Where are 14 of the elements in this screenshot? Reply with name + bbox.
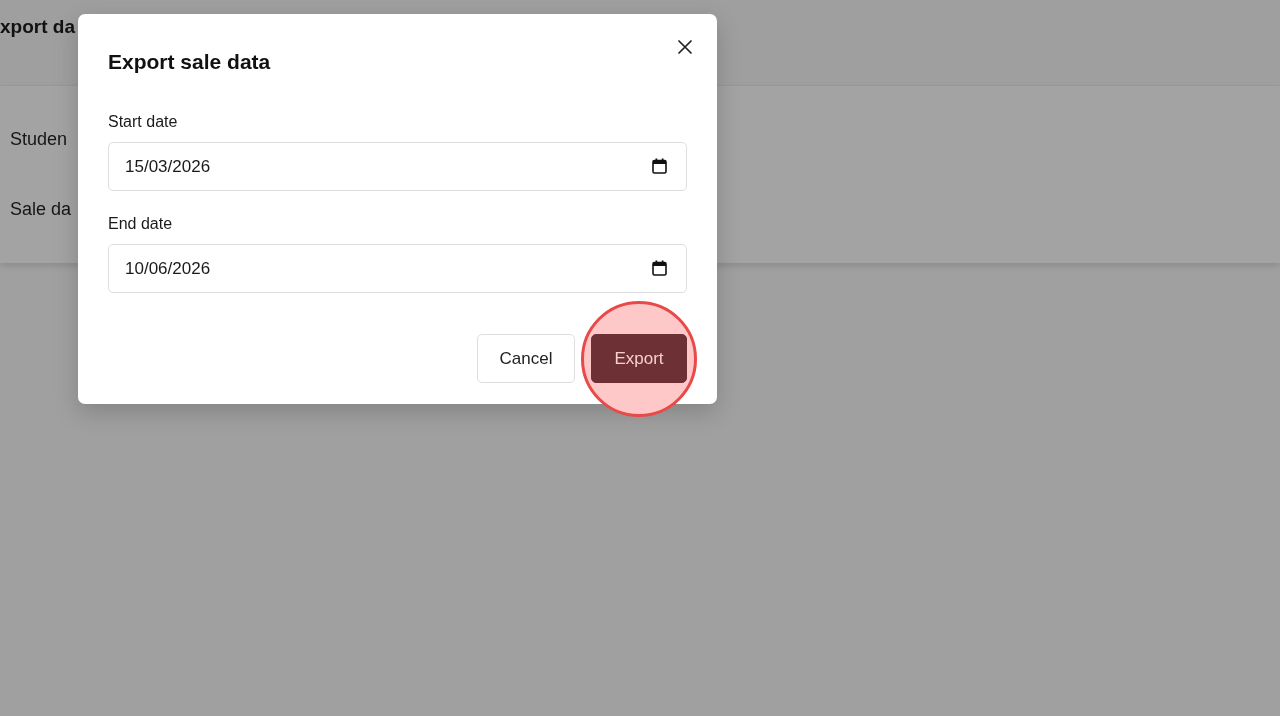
- date-field[interactable]: 10/06/2026: [108, 244, 687, 293]
- field-label: Studen: [10, 128, 68, 150]
- field-label: Sale da: [10, 198, 72, 220]
- cancel-button[interactable]: Cancel: [477, 334, 575, 383]
- calendar-icon[interactable]: [652, 158, 667, 174]
- calendar-icon[interactable]: [652, 260, 667, 276]
- page-title: xport da: [0, 15, 75, 39]
- dialog-title: Export sale data: [108, 49, 271, 75]
- date-field[interactable]: 15/03/2026: [108, 142, 687, 191]
- field-label: End date: [108, 214, 173, 234]
- close-button[interactable]: [676, 38, 694, 56]
- close-icon: [678, 40, 692, 54]
- field-label: Start date: [108, 112, 178, 132]
- export-button[interactable]: Export: [591, 334, 687, 383]
